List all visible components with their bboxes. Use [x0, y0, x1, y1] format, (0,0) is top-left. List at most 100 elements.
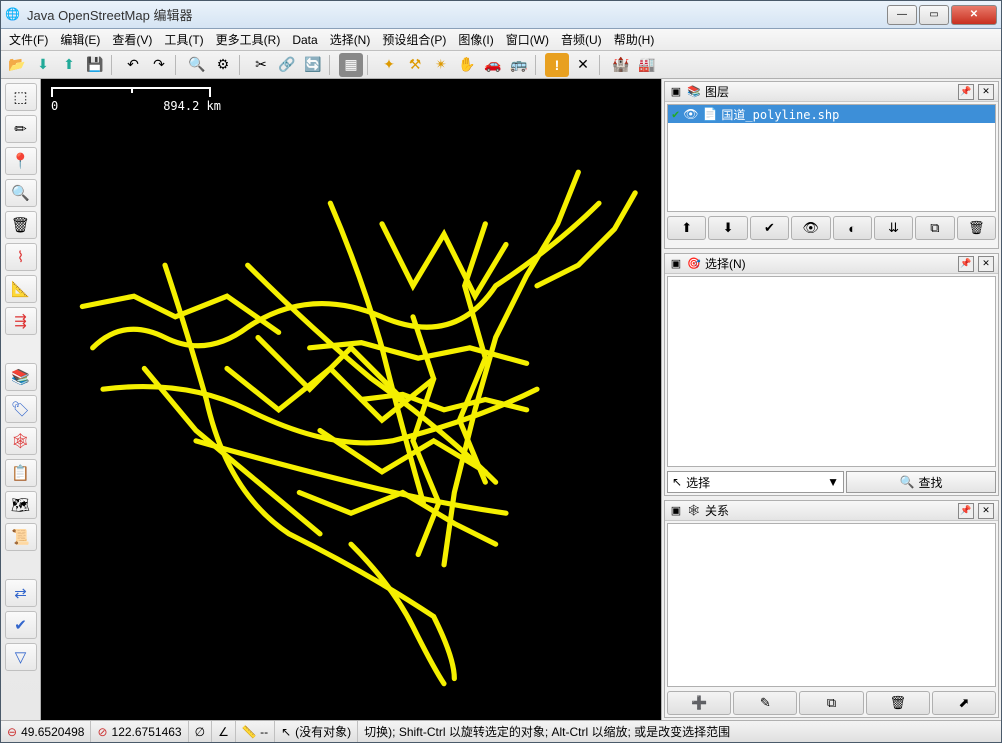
status-hint: 切换); Shift-Ctrl 以旋转选定的对象; Alt-Ctrl 以缩放; …: [358, 721, 1001, 742]
conflict-tool-icon[interactable]: ⇄: [5, 579, 37, 607]
combine-way-icon[interactable]: 🔗: [275, 53, 299, 77]
duplicate-icon[interactable]: ⧉: [915, 216, 954, 240]
panel-close-icon[interactable]: ✕: [978, 84, 994, 100]
angle-icon: ∠: [218, 725, 229, 739]
castle-icon[interactable]: 🏰: [609, 53, 633, 77]
wrench-icon[interactable]: ⚒: [403, 53, 427, 77]
menu-select[interactable]: 选择(N): [324, 29, 377, 50]
search-icon: 🔍: [900, 475, 915, 489]
draw-node-tool-icon[interactable]: 📍: [5, 147, 37, 175]
selection-list-icon[interactable]: 📋: [5, 459, 37, 487]
new-relation-icon[interactable]: ➕: [667, 691, 731, 715]
bus-icon[interactable]: 🚌: [507, 53, 531, 77]
layers-icon: 📚: [687, 85, 701, 99]
status-lat: ⊖ 49.6520498: [1, 721, 91, 742]
validate-tool-icon[interactable]: ✔: [5, 611, 37, 639]
minimize-button[interactable]: —: [887, 5, 917, 25]
close-button[interactable]: ✕: [951, 5, 997, 25]
upload-icon[interactable]: ⬆: [57, 53, 81, 77]
measure-tool-icon[interactable]: 📐: [5, 275, 37, 303]
find-button[interactable]: 🔍 查找: [846, 471, 996, 493]
compass-icon: ∅: [195, 725, 205, 739]
lasso-tool-icon[interactable]: ✏: [5, 115, 37, 143]
selection-icon: 🎯: [687, 257, 701, 271]
map-view[interactable]: 0 894.2 km: [41, 79, 661, 720]
preferences-icon[interactable]: ⚙: [211, 53, 235, 77]
car-icon[interactable]: 🚗: [481, 53, 505, 77]
grid-icon[interactable]: ▦: [339, 53, 363, 77]
ruler-icon: 📏 --: [242, 725, 268, 739]
panel-close-icon[interactable]: ✕: [978, 503, 994, 519]
open-icon[interactable]: 📂: [5, 53, 29, 77]
opacity-icon[interactable]: ◐: [833, 216, 872, 240]
panel-close-icon[interactable]: ✕: [978, 256, 994, 272]
person-icon[interactable]: ✴: [429, 53, 453, 77]
zoom-tool-icon[interactable]: 🔍: [5, 179, 37, 207]
menu-audio[interactable]: 音频(U): [555, 29, 608, 50]
select-tool-icon[interactable]: ⬚: [5, 83, 37, 111]
extrude-tool-icon[interactable]: ⇶: [5, 307, 37, 335]
download-icon[interactable]: ⬇: [31, 53, 55, 77]
hand-icon[interactable]: ✋: [455, 53, 479, 77]
merge-icon[interactable]: ⇊: [874, 216, 913, 240]
menu-data[interactable]: Data: [286, 31, 323, 49]
layer-row[interactable]: ✔ 👁 📄 国道_polyline.shp: [668, 105, 995, 123]
edit-relation-icon[interactable]: ✎: [733, 691, 797, 715]
selection-combo[interactable]: ↖ 选择 ▼: [667, 471, 844, 493]
warning-icon[interactable]: !: [545, 53, 569, 77]
menu-help[interactable]: 帮助(H): [608, 29, 661, 50]
activate-icon[interactable]: ✔: [750, 216, 789, 240]
tag-tool-icon[interactable]: 🏷: [5, 395, 37, 423]
factory-icon[interactable]: 🏭: [635, 53, 659, 77]
select-relation-icon[interactable]: ⬈: [932, 691, 996, 715]
menu-edit[interactable]: 编辑(E): [54, 29, 106, 50]
eye-icon[interactable]: 👁: [683, 107, 698, 121]
way-tool-icon[interactable]: ⌇: [5, 243, 37, 271]
menu-tools[interactable]: 工具(T): [158, 29, 209, 50]
search-icon[interactable]: 🔍: [185, 53, 209, 77]
filter-tool-icon[interactable]: ▽: [5, 643, 37, 671]
collapse-icon[interactable]: ▣: [669, 85, 683, 99]
map-style-icon[interactable]: 🗺: [5, 491, 37, 519]
delete-layer-icon[interactable]: 🗑: [957, 216, 996, 240]
status-dist: 📏 --: [236, 721, 275, 742]
menu-view[interactable]: 查看(V): [106, 29, 158, 50]
pin-icon[interactable]: 📌: [958, 503, 974, 519]
relation-tool-icon[interactable]: 🕸: [5, 427, 37, 455]
menu-presets[interactable]: 预设组合(P): [376, 29, 452, 50]
cursor-icon: ↖: [672, 475, 682, 489]
delete-icon[interactable]: ✕: [571, 53, 595, 77]
delete-tool-icon[interactable]: 🗑: [5, 211, 37, 239]
menu-window[interactable]: 窗口(W): [500, 29, 555, 50]
statusbar: ⊖ 49.6520498 ⊘ 122.6751463 ∅ ∠ 📏 -- ↖ (没…: [1, 720, 1001, 742]
move-down-icon[interactable]: ⬇: [708, 216, 747, 240]
pin-icon[interactable]: 📌: [958, 256, 974, 272]
relations-icon: 🕸: [687, 504, 701, 518]
status-angle: ∠: [212, 721, 236, 742]
save-icon[interactable]: 💾: [83, 53, 107, 77]
undo-icon[interactable]: ↶: [121, 53, 145, 77]
visibility-icon[interactable]: 👁: [791, 216, 830, 240]
layers-tool-icon[interactable]: 📚: [5, 363, 37, 391]
status-object: ↖ (没有对象): [275, 721, 358, 742]
pin-icon[interactable]: 📌: [958, 84, 974, 100]
move-up-icon[interactable]: ⬆: [667, 216, 706, 240]
star-icon[interactable]: ✦: [377, 53, 401, 77]
redo-icon[interactable]: ↷: [147, 53, 171, 77]
selection-title: 选择(N): [705, 255, 954, 272]
collapse-icon[interactable]: ▣: [669, 257, 683, 271]
check-icon[interactable]: ✔: [672, 107, 679, 121]
delete-relation-icon[interactable]: 🗑: [866, 691, 930, 715]
collapse-icon[interactable]: ▣: [669, 504, 683, 518]
layer-list[interactable]: ✔ 👁 📄 国道_polyline.shp: [667, 104, 996, 212]
split-way-icon[interactable]: ✂: [249, 53, 273, 77]
reverse-icon[interactable]: 🔄: [301, 53, 325, 77]
duplicate-relation-icon[interactable]: ⧉: [799, 691, 863, 715]
menu-file[interactable]: 文件(F): [3, 29, 54, 50]
layers-title: 图层: [705, 83, 954, 100]
history-tool-icon[interactable]: 📜: [5, 523, 37, 551]
menu-image[interactable]: 图像(I): [452, 29, 499, 50]
maximize-button[interactable]: ▭: [919, 5, 949, 25]
layers-panel: ▣ 📚 图层 📌 ✕ ✔ 👁 📄 国道_polyline.shp ⬆: [664, 81, 999, 249]
menu-more-tools[interactable]: 更多工具(R): [210, 29, 287, 50]
